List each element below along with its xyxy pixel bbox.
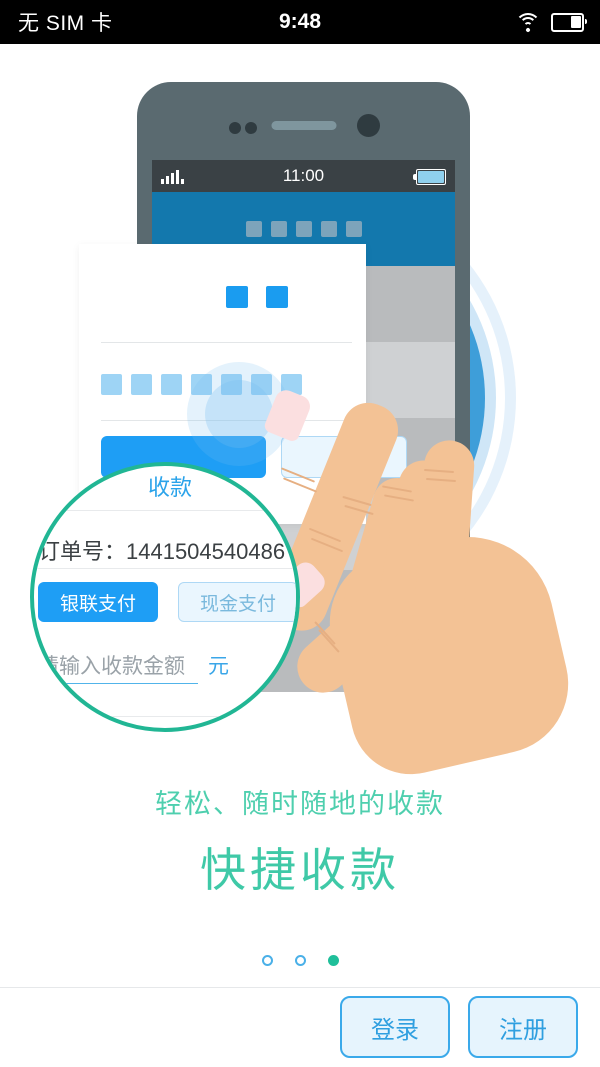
intro-headline: 快捷收款 [200,844,400,896]
amount-input[interactable]: 请输入收款金额 [38,650,198,684]
card-accent-square [266,286,288,308]
magnifier-content: 收款 订单号：1441504540486 银联支付 现金支付 请输入收款金额 元 [34,466,296,728]
front-camera-icon [357,114,380,137]
sensor-dot-icon [229,122,241,134]
intro-tagline: 轻松、随时随地的收款 [155,789,445,819]
bottom-divider [0,987,600,988]
status-icons [515,12,587,33]
wifi-icon [515,12,541,33]
battery-icon [551,12,587,32]
login-button[interactable]: 登录 [340,996,450,1058]
page-dot-2[interactable] [294,955,306,966]
auth-actions: 登录 注册 [340,996,578,1058]
receipt-title: 收款 [147,475,192,500]
page-dot-1[interactable] [261,955,273,966]
system-status-bar: 无 SIM 卡 9:48 [0,0,600,44]
phone-status-bar: 11:00 [152,160,455,192]
clock-label: 9:48 [278,10,322,33]
phone-clock-label: 11:00 [282,166,325,185]
card-accent-square [226,286,248,308]
earpiece-speaker [271,121,336,130]
phone-battery-icon [413,169,446,185]
page-dot-3-active[interactable] [327,955,339,966]
page-indicator[interactable] [0,955,600,966]
magnifier-lens: 收款 订单号：1441504540486 银联支付 现金支付 请输入收款金额 元 [30,462,300,732]
tapping-hand-icon [252,374,583,787]
amount-unit-label: 元 [208,655,229,678]
order-number-label: 订单号：1441504540486 [38,539,286,564]
register-button[interactable]: 注册 [468,996,578,1058]
sensor-dot-icon [245,122,257,134]
onboarding-screen: 无 SIM 卡 9:48 11:00 收款 订单号：1441504540486 … [0,0,600,1067]
illustration-area: 11:00 收款 订单号：1441504540486 银联支付 现金支付 请输入… [0,44,600,787]
cash-pay-button[interactable]: 现金支付 [178,582,296,622]
unionpay-pay-button[interactable]: 银联支付 [38,582,158,622]
